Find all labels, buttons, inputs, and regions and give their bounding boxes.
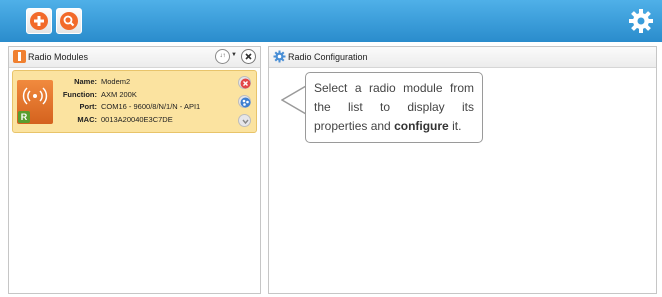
sort-icon[interactable]: ↓↑ — [215, 49, 230, 64]
sort-dropdown-caret[interactable]: ▼ — [231, 52, 237, 58]
network-icon — [240, 97, 251, 108]
field-port: Port: COM16 - 9600/8/N/1/N - API1 — [57, 101, 201, 114]
expand-module-button[interactable] — [238, 114, 251, 127]
wireless-signal-icon — [22, 87, 48, 105]
gear-icon — [273, 50, 286, 63]
main-toolbar — [0, 0, 662, 42]
remove-all-button[interactable] — [241, 49, 256, 64]
field-value: COM16 - 9600/8/N/1/N - API1 — [101, 102, 201, 111]
select-module-hint: Select a radio module from the list to d… — [305, 72, 483, 143]
chevron-down-icon — [242, 119, 249, 125]
discover-radio-modules-button[interactable] — [56, 8, 82, 34]
radio-modules-header: Radio Modules ↓↑ ▼ — [9, 47, 260, 68]
field-label: Name: — [74, 77, 97, 86]
gear-icon[interactable] — [628, 8, 654, 34]
radio-module-icon: R — [17, 80, 53, 124]
add-radio-module-button[interactable] — [26, 8, 52, 34]
field-function: Function: AXM 200K — [57, 89, 200, 102]
close-icon — [240, 78, 251, 89]
plus-glyph — [34, 16, 44, 26]
field-label: Port: — [79, 102, 98, 111]
field-label: MAC: — [77, 114, 97, 124]
field-name: Name: Modem2 — [57, 76, 200, 89]
radio-configuration-title: Radio Configuration — [288, 52, 368, 62]
radio-configuration-header: Radio Configuration — [269, 47, 656, 68]
radio-badge: R — [18, 111, 30, 123]
radio-modules-title: Radio Modules — [28, 52, 89, 62]
hint-text-end: it. — [448, 119, 462, 133]
radio-module-card[interactable]: R Name: Modem2 Function: AXM 200K Port: COM… — [12, 70, 257, 133]
radio-modules-panel: Radio Modules ↓↑ ▼ R Name: Modem2 Functi… — [8, 46, 261, 294]
hint-bold: configure — [394, 119, 449, 133]
field-label: Function: — [62, 89, 97, 99]
field-mac: MAC: 0013A20040E3C7DE — [57, 114, 200, 127]
magnifier-glyph — [63, 15, 75, 27]
radio-modules-icon — [13, 50, 26, 63]
field-value: 0013A20040E3C7DE — [101, 114, 173, 124]
remove-module-button[interactable] — [238, 76, 251, 89]
module-fields: Name: Modem2 Function: AXM 200K Port: COM16… — [57, 76, 200, 126]
field-value: AXM 200K — [101, 89, 137, 99]
module-network-button[interactable] — [238, 95, 251, 108]
close-icon — [245, 53, 252, 60]
field-value: Modem2 — [101, 77, 131, 86]
radio-configuration-panel: Radio Configuration Select a radio modul… — [268, 46, 657, 294]
